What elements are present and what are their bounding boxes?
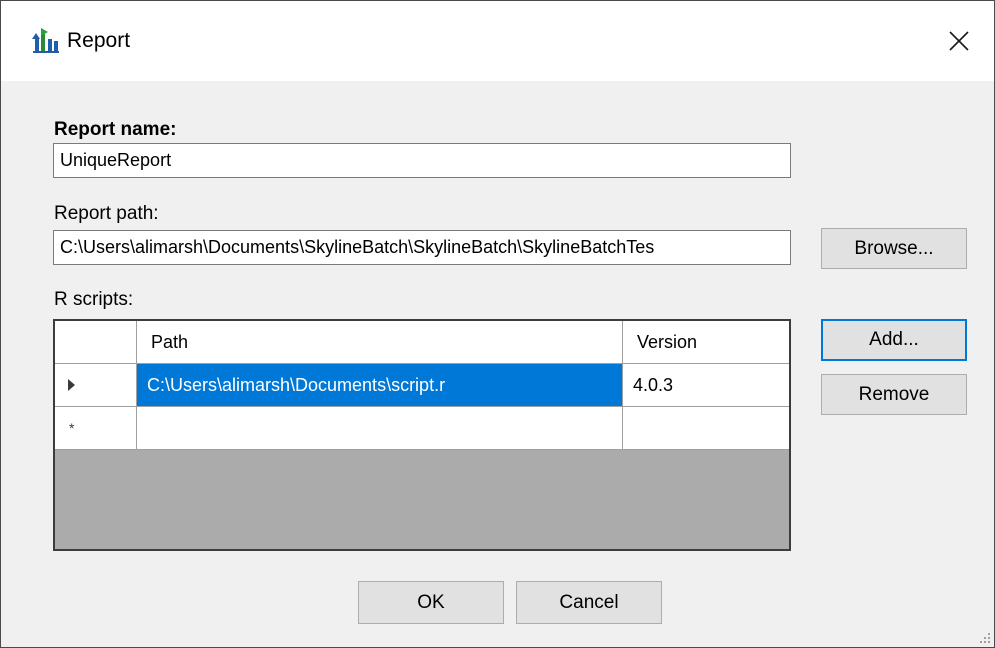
version-cell[interactable] [623, 407, 789, 450]
r-scripts-grid[interactable]: Path Version C:\Users\alimarsh\Documents… [53, 319, 791, 551]
add-button[interactable]: Add... [821, 319, 967, 361]
ok-button[interactable]: OK [358, 581, 504, 624]
window-title: Report [67, 29, 131, 52]
report-path-input[interactable]: C:\Users\alimarsh\Documents\SkylineBatch… [53, 230, 791, 265]
report-name-label: Report name: [54, 119, 177, 140]
browse-button[interactable]: Browse... [821, 228, 967, 269]
cancel-button[interactable]: Cancel [516, 581, 662, 624]
new-row-indicator: * [69, 420, 75, 436]
r-scripts-label: R scripts: [54, 289, 134, 310]
table-row-new[interactable]: * [55, 407, 789, 450]
remove-button[interactable]: Remove [821, 374, 967, 415]
close-button[interactable] [924, 1, 994, 81]
path-cell[interactable] [137, 407, 623, 450]
report-path-label: Report path: [54, 203, 159, 224]
grid-header-row: Path Version [55, 321, 789, 364]
resize-grip-icon[interactable] [977, 630, 991, 644]
title-bar[interactable]: Report [1, 1, 994, 81]
row-header[interactable]: * [55, 407, 137, 450]
table-row[interactable]: C:\Users\alimarsh\Documents\script.r 4.0… [55, 364, 789, 407]
path-cell[interactable]: C:\Users\alimarsh\Documents\script.r [137, 364, 623, 407]
skyline-batch-icon [32, 27, 60, 53]
current-row-arrow-icon [68, 379, 75, 391]
column-header-version[interactable]: Version [623, 321, 789, 364]
version-cell[interactable]: 4.0.3 [623, 364, 789, 407]
row-header[interactable] [55, 364, 137, 407]
column-header-path[interactable]: Path [137, 321, 623, 364]
close-icon [949, 31, 969, 51]
report-name-input[interactable]: UniqueReport [53, 143, 791, 178]
grid-corner-header [55, 321, 137, 364]
report-dialog: Report Report name: UniqueReport Report … [0, 0, 995, 648]
